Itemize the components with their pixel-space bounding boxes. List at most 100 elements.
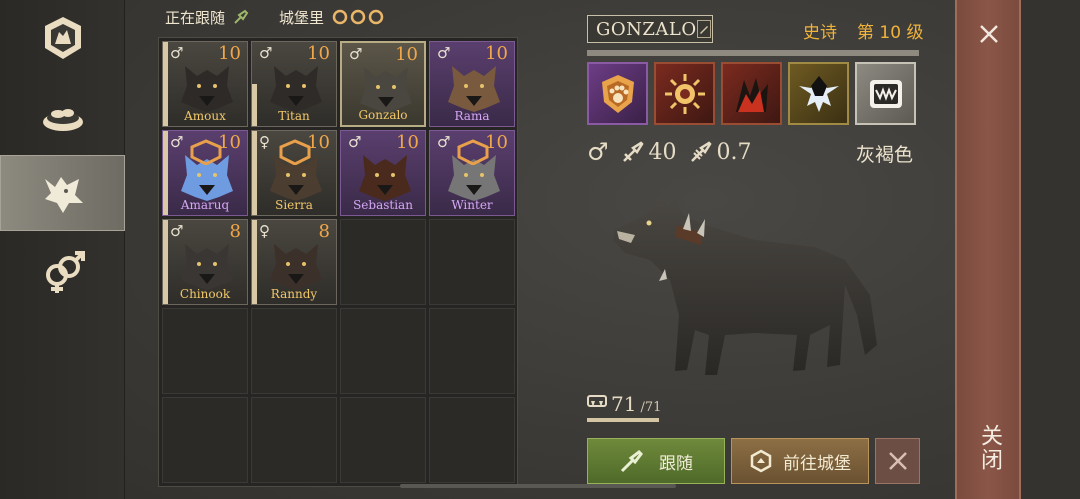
wolf-card[interactable]: ♂ 10 Gonzalo — [340, 41, 426, 127]
wolf-level: 10 — [485, 43, 508, 64]
sidebar-item-breeding[interactable] — [0, 233, 125, 309]
castle-label: 城堡里 — [279, 8, 325, 27]
speed-stat: 0.7 — [689, 140, 752, 165]
close-panel[interactable]: 关闭 — [955, 0, 1021, 499]
empty-slot[interactable] — [251, 397, 337, 483]
wolf-claw-icon — [735, 77, 768, 112]
fang-scroll-icon — [869, 79, 902, 108]
level-label: 第 10 级 — [857, 23, 924, 43]
empty-slot[interactable] — [340, 397, 426, 483]
paw-shield-icon — [601, 74, 634, 113]
wolf-head-icon — [270, 66, 322, 112]
wolf-name-label: Gonzalo — [358, 108, 408, 122]
empty-slot[interactable] — [162, 308, 248, 394]
fangs-icon — [587, 395, 607, 407]
wolf-card[interactable]: ♂ 10 Sebastian — [340, 130, 426, 216]
following-label: 正在跟随 — [165, 8, 226, 27]
leash-icon — [620, 450, 643, 473]
male-icon: ♂ — [170, 133, 184, 151]
female-icon: ♀ — [259, 222, 270, 240]
sidebar — [0, 0, 125, 499]
wolf-head-icon — [448, 66, 500, 112]
skill-slot[interactable] — [587, 62, 648, 125]
wolf-card[interactable]: ♂ 8 Chinook — [162, 219, 248, 305]
wolf-name-label: Amaruq — [180, 198, 230, 212]
food-value: 71 — [611, 392, 637, 416]
wolf-level: 8 — [229, 221, 241, 242]
food-readout: 71 /71 — [587, 392, 661, 416]
wolf-name-label: Chinook — [179, 287, 231, 301]
attack-value: 40 — [648, 139, 677, 165]
male-icon: ♂ — [170, 222, 184, 240]
wolf-card[interactable]: ♂ 10 Amaruq — [162, 130, 248, 216]
male-icon: ♂ — [259, 44, 273, 62]
xp-bar-fill — [587, 50, 919, 56]
wolf-card[interactable]: ♂ 10 Titan — [251, 41, 337, 127]
wolf-level: 10 — [307, 43, 330, 64]
empty-slot[interactable] — [429, 397, 515, 483]
wolf-card[interactable]: ♂ 10 Rama — [429, 41, 515, 127]
wolf-head-icon — [181, 244, 233, 290]
wolf-name-label: Amoux — [184, 109, 226, 123]
castle-slot-icon — [350, 9, 366, 25]
wolf-card[interactable]: ♀ 8 Ranndy — [251, 219, 337, 305]
pencil-icon — [699, 26, 708, 34]
wolf-level: 10 — [485, 132, 508, 153]
close-label: 关闭 — [977, 424, 1002, 472]
male-icon: ♂ — [587, 138, 609, 166]
close-icon[interactable] — [975, 20, 1003, 48]
food-bar — [587, 418, 659, 422]
wolf-grid: ♂ 10 Amoux ♂ 10 Titan ♂ 10 Gonzalo ♂ 10 … — [158, 37, 518, 487]
go-castle-label: 前往城堡 — [783, 453, 851, 474]
castle-slot-icon — [368, 9, 384, 25]
male-icon: ♂ — [170, 44, 184, 62]
go-castle-button[interactable]: 前往城堡 — [731, 438, 869, 484]
empty-slot[interactable] — [340, 219, 426, 305]
empty-slot[interactable] — [340, 308, 426, 394]
skill-slot[interactable] — [788, 62, 849, 125]
grid-scrollbar[interactable] — [400, 484, 676, 488]
wolf-level: 10 — [396, 132, 419, 153]
wolf-name-label: Titan — [278, 109, 310, 123]
pack-emblem-icon — [44, 17, 81, 59]
rename-button[interactable] — [696, 20, 711, 38]
empty-slot[interactable] — [251, 308, 337, 394]
wolf-name-field[interactable]: GONZALO — [587, 15, 713, 43]
close-icon — [888, 452, 907, 470]
wolf-card[interactable]: ♂ 10 Winter — [429, 130, 515, 216]
release-button[interactable] — [875, 438, 920, 484]
wolf-card[interactable]: ♀ 10 Sierra — [251, 130, 337, 216]
wolf-level: 8 — [318, 221, 330, 242]
male-icon: ♂ — [349, 45, 363, 63]
right-edge — [1021, 0, 1080, 499]
wolf-head-icon — [270, 244, 322, 290]
female-icon: ♀ — [259, 133, 270, 151]
gender-symbols-icon — [45, 251, 85, 293]
sidebar-item-food[interactable] — [0, 78, 125, 154]
follow-button[interactable]: 跟随 — [587, 438, 725, 484]
wolf-name-label: Ranndy — [270, 287, 318, 301]
wolf-level: 10 — [218, 132, 241, 153]
empty-slot[interactable] — [429, 219, 515, 305]
stats-row: ♂ 40 0.7 — [587, 138, 752, 166]
wolf-name-label: Winter — [451, 198, 493, 212]
wolf-name: GONZALO — [596, 18, 697, 40]
empty-slot[interactable] — [162, 397, 248, 483]
male-icon: ♂ — [437, 133, 451, 151]
follow-label: 跟随 — [659, 453, 693, 474]
skill-slot[interactable] — [654, 62, 715, 125]
follow-leash-icon — [234, 9, 249, 24]
skill-slot[interactable] — [721, 62, 782, 125]
skill-slot-selected[interactable] — [855, 62, 916, 125]
wolf-card[interactable]: ♂ 10 Amoux — [162, 41, 248, 127]
empty-slot[interactable] — [429, 308, 515, 394]
food-bowl-icon — [42, 109, 83, 131]
wolf-level: 10 — [218, 43, 241, 64]
attack-icon — [622, 141, 644, 162]
wolf-head-icon — [44, 177, 83, 213]
sidebar-item-wolves[interactable] — [0, 155, 125, 231]
sidebar-item-pack[interactable] — [0, 0, 125, 76]
wolf-name-label: Rama — [454, 109, 490, 123]
male-icon: ♂ — [348, 133, 362, 151]
castle-icon — [750, 449, 772, 473]
